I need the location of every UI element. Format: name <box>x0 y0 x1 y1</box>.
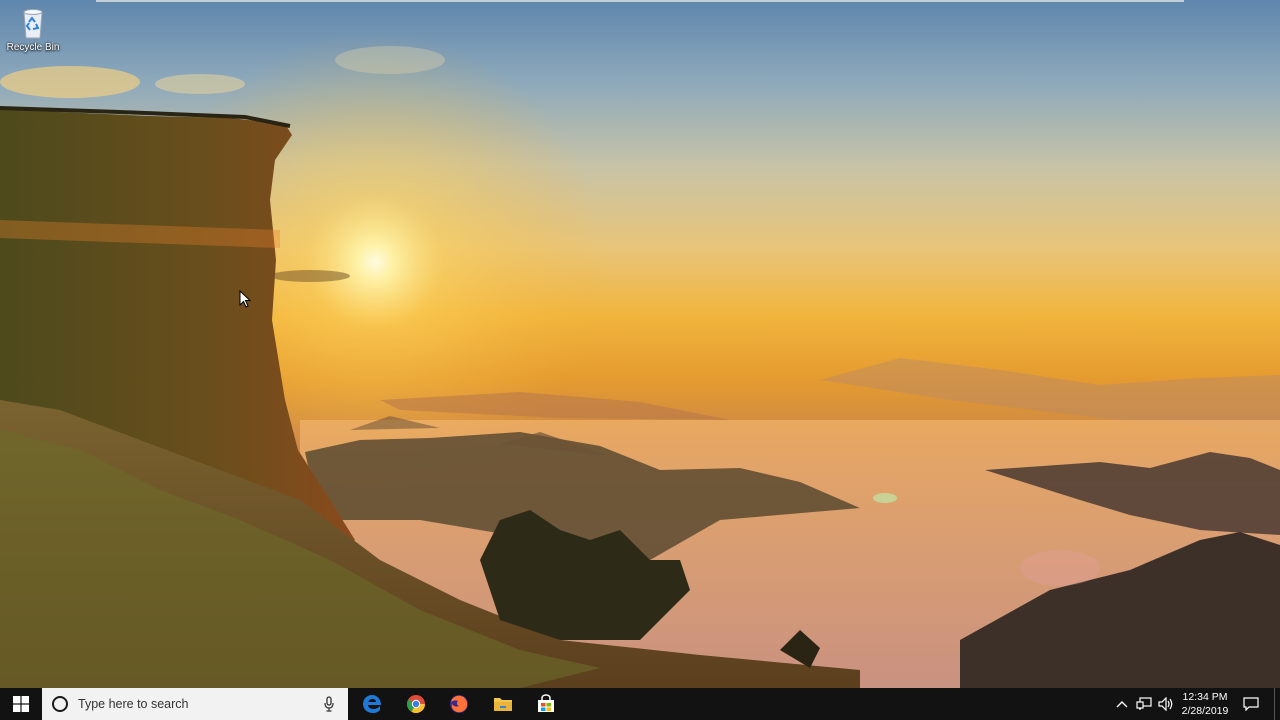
chrome-icon <box>406 695 425 714</box>
chevron-up-icon <box>1116 701 1128 708</box>
volume-button[interactable] <box>1156 688 1176 720</box>
recycle-bin-shortcut[interactable]: Recycle Bin <box>4 6 62 62</box>
recycle-bin-label: Recycle Bin <box>6 42 60 53</box>
cortana-circle-icon[interactable] <box>52 696 68 712</box>
action-center-button[interactable] <box>1240 688 1262 720</box>
taskbar: Type here to search 12:34 PM 2/28/2019 <box>0 688 1280 720</box>
volume-icon <box>1158 697 1173 711</box>
store-icon <box>538 694 554 712</box>
taskbar-app-firefox[interactable] <box>437 688 481 720</box>
show-desktop-button[interactable] <box>1274 688 1280 720</box>
clock-time: 12:34 PM <box>1182 691 1228 703</box>
action-center-icon <box>1243 697 1259 711</box>
taskbar-app-store[interactable] <box>524 688 568 720</box>
clock-date: 2/28/2019 <box>1181 705 1229 717</box>
edge-icon <box>363 695 381 713</box>
mouse-cursor <box>239 290 251 308</box>
windows-logo-icon <box>13 696 29 712</box>
wallpaper-image <box>0 32 1280 688</box>
top-edge-bar <box>96 0 1184 2</box>
firefox-icon <box>450 695 468 713</box>
search-input[interactable]: Type here to search <box>78 697 188 711</box>
network-button[interactable] <box>1134 688 1154 720</box>
start-button[interactable] <box>0 688 42 720</box>
microphone-icon[interactable] <box>324 696 334 712</box>
recycle-bin-icon <box>23 9 43 39</box>
taskbar-app-file-explorer[interactable] <box>481 688 525 720</box>
file-explorer-icon <box>494 698 512 711</box>
show-hidden-icons-button[interactable] <box>1114 688 1130 720</box>
network-icon <box>1136 697 1152 710</box>
clock[interactable]: 12:34 PM 2/28/2019 <box>1174 690 1236 718</box>
taskbar-app-chrome[interactable] <box>394 688 438 720</box>
search-box[interactable]: Type here to search <box>42 688 348 720</box>
taskbar-app-edge[interactable] <box>350 688 394 720</box>
desktop[interactable]: Recycle Bin <box>0 0 1280 688</box>
